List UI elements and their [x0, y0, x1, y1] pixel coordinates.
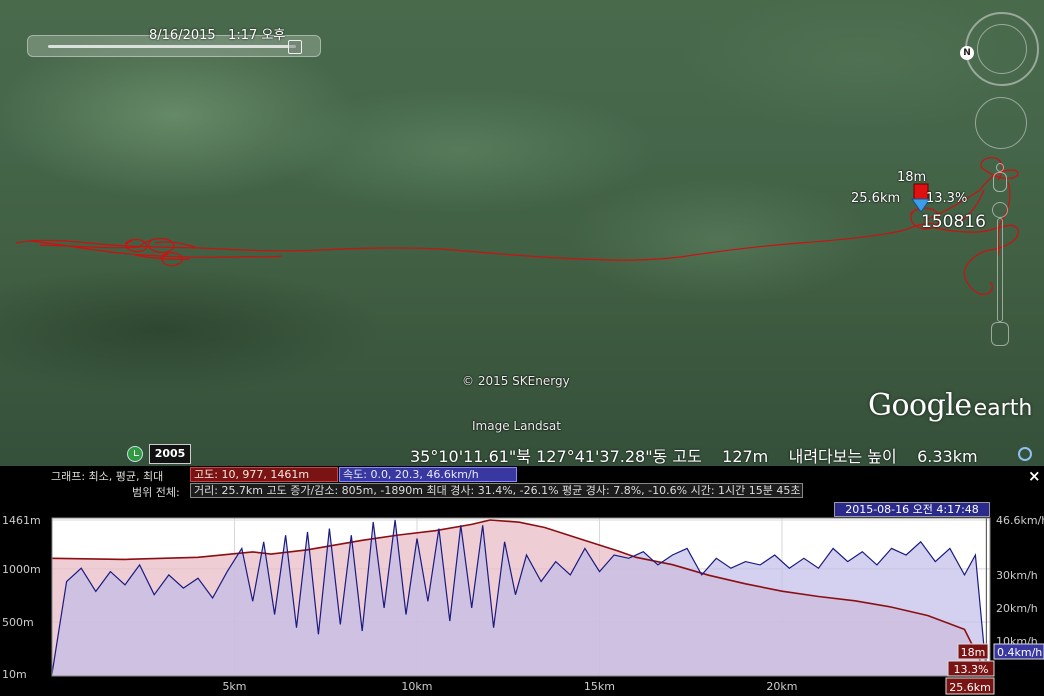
tour-altitude-label: 18m	[897, 170, 927, 185]
navigation-ring-inner[interactable]	[977, 24, 1027, 74]
earth-map-view[interactable]: 8/16/2015 1:17 오후 N 18m 25.6km 13.3% 150…	[0, 0, 1044, 466]
streaming-indicator-icon	[1018, 447, 1032, 461]
navigation-ring[interactable]: N	[960, 12, 1039, 86]
x-tick-label: 15km	[584, 680, 615, 693]
zoom-in-button[interactable]	[992, 202, 1008, 218]
logo-earth: earth	[973, 396, 1033, 421]
tour-grade-label: 13.3%	[926, 191, 968, 206]
historical-imagery-clock-icon[interactable]	[127, 446, 143, 462]
time-slider-track[interactable]	[48, 45, 296, 48]
altitude-tick-label: 10m	[2, 668, 27, 681]
zoom-slider[interactable]	[990, 202, 1010, 348]
x-tick-label: 5km	[222, 680, 246, 693]
look-joystick[interactable]	[975, 97, 1027, 149]
imagery-source: Image Landsat	[472, 419, 561, 433]
time-slider-handle[interactable]	[288, 40, 302, 54]
tour-name-label[interactable]: 150816	[921, 212, 986, 232]
speed-tick-label: 20km/h	[996, 602, 1038, 615]
imagery-year-badge: 2005	[149, 444, 191, 464]
altitude-tick-label: 500m	[2, 616, 34, 629]
time-slider[interactable]: 8/16/2015 1:17 오후	[27, 28, 321, 57]
speed-tick-label: 30km/h	[996, 569, 1038, 582]
elevation-speed-chart[interactable]: 5km 10km 15km 20km 1461m 1000m 500m 10m 46.6km/h…	[0, 466, 1044, 696]
tour-distance-label: 25.6km	[851, 191, 901, 206]
x-tick-label: 20km	[766, 680, 797, 693]
cursor-altitude-badge: 18m	[961, 646, 986, 659]
elevation-profile-panel[interactable]: 그래프: 최소, 평균, 최대 고도: 10, 977, 1461m 속도: 0…	[0, 466, 1044, 696]
google-earth-logo: Googleearth	[868, 388, 1032, 423]
zoom-out-button[interactable]	[991, 322, 1009, 346]
cursor-speed-badge: 0.4km/h	[997, 646, 1042, 659]
time-slider-label: 8/16/2015 1:17 오후	[149, 28, 286, 43]
altitude-tick-label: 1461m	[2, 514, 41, 527]
speed-tick-label: 46.6km/h	[996, 514, 1044, 527]
imagery-copyright: © 2015 SKEnergy	[462, 374, 570, 388]
logo-google: Google	[868, 388, 972, 423]
x-tick-label: 10km	[401, 680, 432, 693]
cursor-distance-badge: 25.6km	[949, 681, 991, 694]
street-view-pegman-icon[interactable]	[992, 163, 1008, 193]
status-bar-coordinates: 35°10'11.61"북 127°41'37.28"동 고도 127m 내려다…	[410, 447, 978, 466]
north-up-button[interactable]: N	[960, 46, 974, 60]
altitude-tick-label: 1000m	[2, 563, 41, 576]
zoom-slider-rail[interactable]	[997, 218, 1003, 322]
gps-track-line	[15, 222, 936, 261]
cursor-grade-badge: 13.3%	[954, 663, 989, 676]
